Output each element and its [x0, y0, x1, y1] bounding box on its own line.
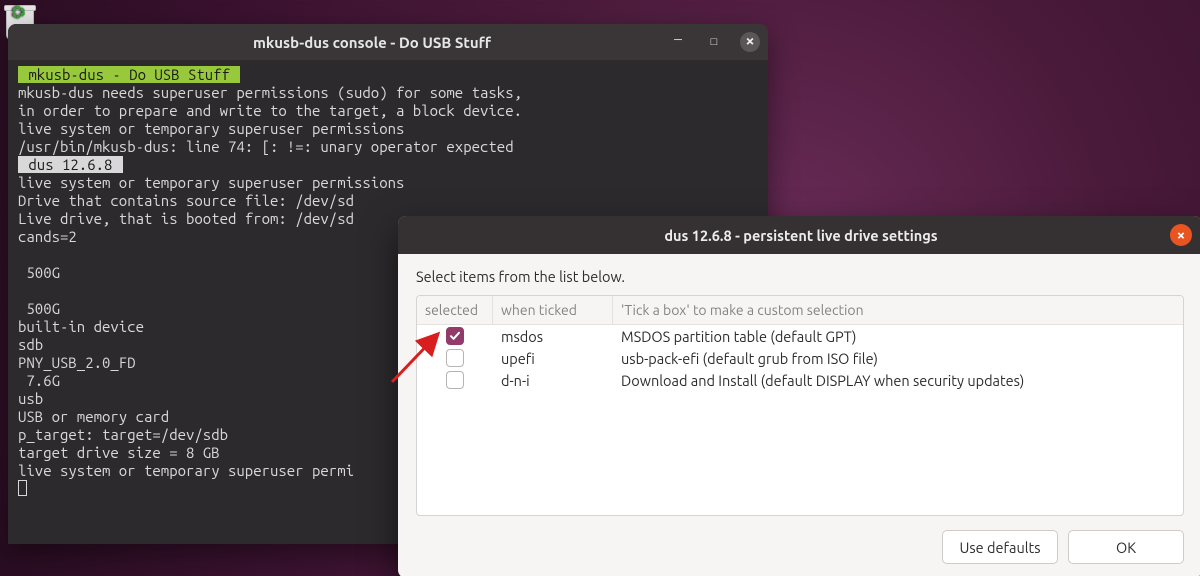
terminal-banner: mkusb-dus - Do USB Stuff: [18, 66, 240, 83]
dialog-title: dus 12.6.8 - persistent live drive setti…: [432, 227, 1170, 244]
list-header: selected when ticked 'Tick a box' to mak…: [417, 296, 1183, 325]
settings-dialog: dus 12.6.8 - persistent live drive setti…: [398, 216, 1200, 576]
minimize-button[interactable]: [668, 32, 688, 52]
use-defaults-button[interactable]: Use defaults: [942, 530, 1058, 564]
col-description[interactable]: 'Tick a box' to make a custom selection: [613, 296, 1183, 324]
terminal-text-a: mkusb-dus needs superuser permissions (s…: [18, 84, 522, 155]
dialog-prompt: Select items from the list below.: [416, 268, 1184, 285]
terminal-title: mkusb-dus console - Do USB Stuff: [76, 34, 668, 51]
dialog-close-button[interactable]: [1170, 224, 1192, 246]
ok-button[interactable]: OK: [1068, 530, 1184, 564]
close-button[interactable]: [740, 32, 760, 52]
terminal-titlebar[interactable]: mkusb-dus console - Do USB Stuff: [8, 24, 768, 60]
maximize-button[interactable]: [704, 32, 724, 52]
terminal-version: dus 12.6.8: [18, 156, 123, 173]
list-item[interactable]: upefiusb-pack-efi (default grub from ISO…: [417, 347, 1183, 369]
terminal-text-b: live system or temporary superuser permi…: [18, 174, 404, 479]
description-value: Download and Install (default DISPLAY wh…: [613, 372, 1183, 389]
col-when-ticked[interactable]: when ticked: [493, 296, 613, 324]
list-item[interactable]: d-n-iDownload and Install (default DISPL…: [417, 369, 1183, 391]
when-ticked-value: msdos: [493, 328, 613, 345]
description-value: usb-pack-efi (default grub from ISO file…: [613, 350, 1183, 367]
terminal-cursor: [18, 480, 27, 496]
checkbox[interactable]: [446, 371, 464, 389]
description-value: MSDOS partition table (default GPT): [613, 328, 1183, 345]
checkbox[interactable]: [446, 349, 464, 367]
options-list: selected when ticked 'Tick a box' to mak…: [416, 295, 1184, 516]
checkbox[interactable]: [446, 327, 464, 345]
list-item[interactable]: msdosMSDOS partition table (default GPT): [417, 325, 1183, 347]
when-ticked-value: d-n-i: [493, 372, 613, 389]
when-ticked-value: upefi: [493, 350, 613, 367]
dialog-titlebar[interactable]: dus 12.6.8 - persistent live drive setti…: [398, 216, 1200, 254]
col-selected[interactable]: selected: [417, 296, 493, 324]
